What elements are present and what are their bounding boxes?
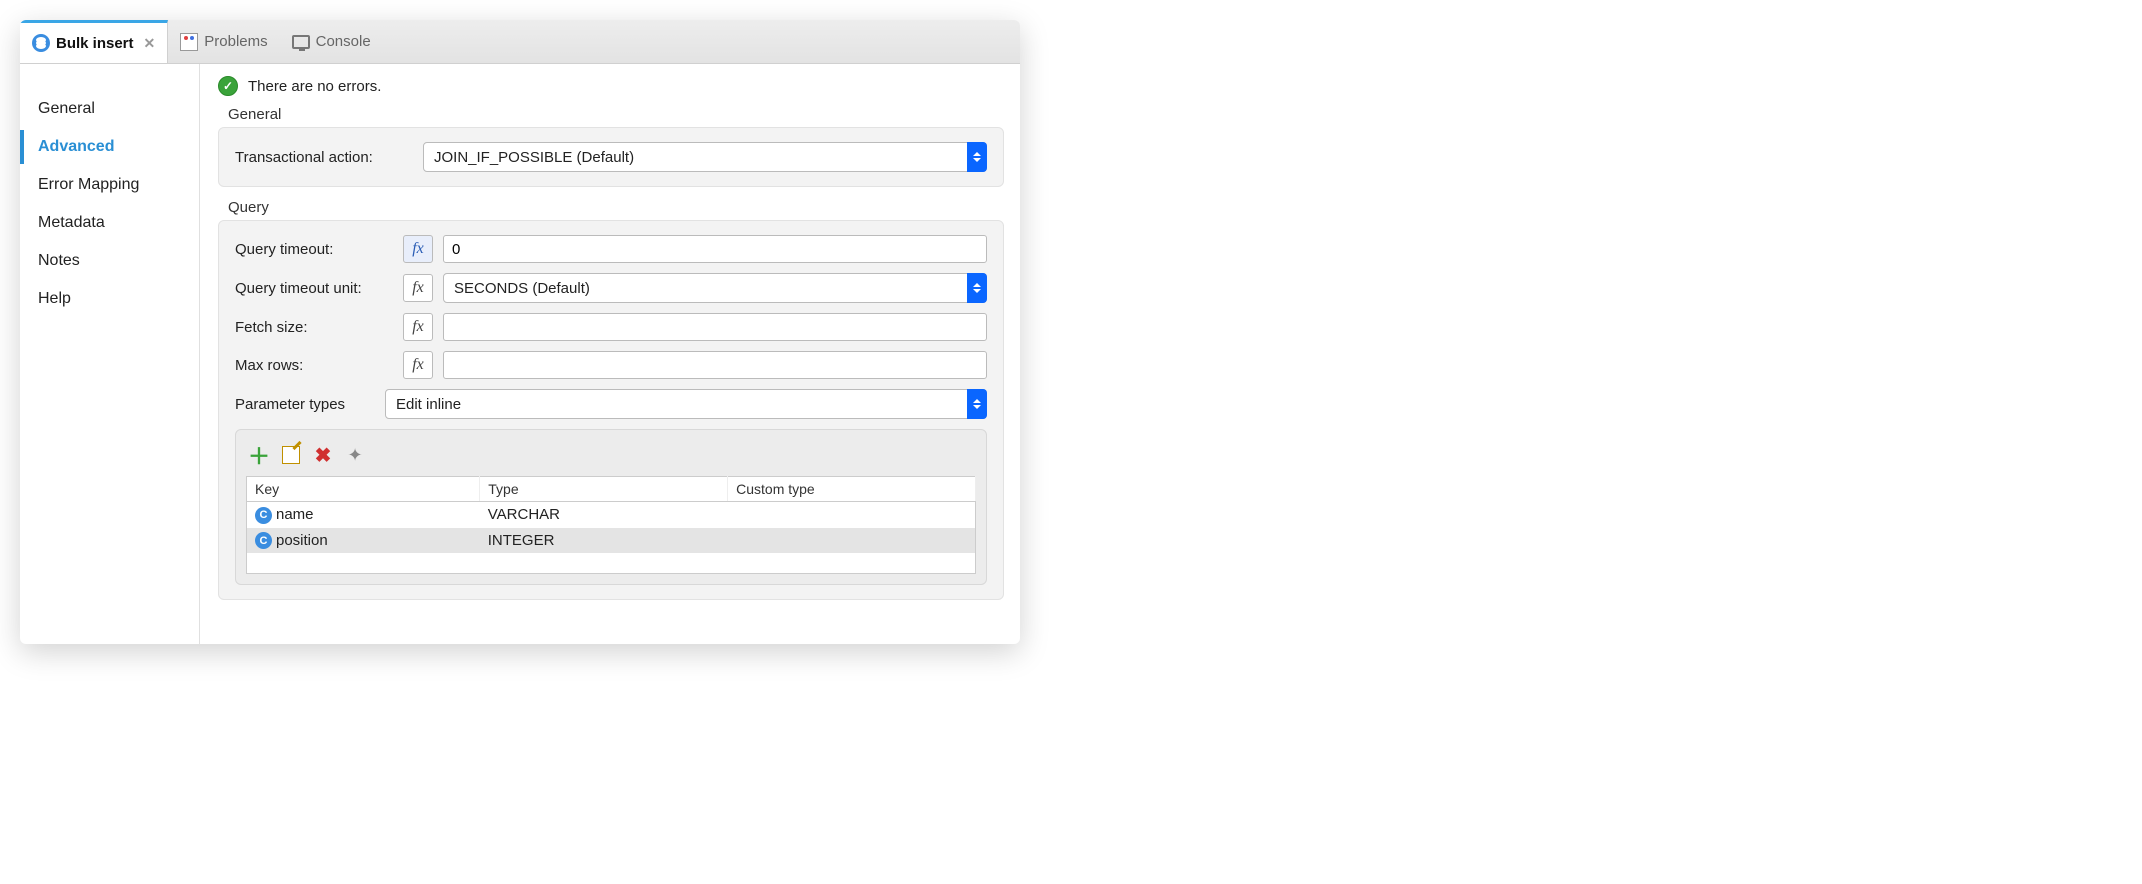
cell-key: name — [276, 506, 314, 523]
param-types-label: Parameter types — [235, 396, 375, 413]
query-timeout-input[interactable] — [443, 235, 987, 263]
tab-label: Console — [316, 33, 371, 50]
param-types-select[interactable]: Edit inline — [385, 389, 987, 419]
param-types-value[interactable]: Edit inline — [385, 389, 987, 419]
sidebar-item-error-mapping[interactable]: Error Mapping — [20, 168, 199, 202]
database-icon — [32, 34, 50, 52]
column-icon: C — [255, 532, 272, 549]
section-query: Query timeout: fx Query timeout unit: fx… — [218, 220, 1004, 600]
tabbar: Bulk insert ✕ Problems Console — [20, 20, 1020, 64]
trans-action-label: Transactional action: — [235, 149, 393, 166]
param-toolbar: ＋ ✖ ✦ — [246, 440, 976, 476]
sidebar: General Advanced Error Mapping Metadata … — [20, 64, 200, 644]
max-rows-label: Max rows: — [235, 357, 393, 374]
edit-button[interactable] — [280, 444, 302, 466]
status-bar: ✓ There are no errors. — [218, 76, 1004, 96]
check-icon: ✓ — [218, 76, 238, 96]
tab-console[interactable]: Console — [280, 20, 383, 63]
table-header-row: Key Type Custom type — [247, 477, 976, 502]
status-text: There are no errors. — [248, 78, 381, 95]
sidebar-item-general[interactable]: General — [20, 92, 199, 126]
chevron-updown-icon — [967, 389, 987, 419]
section-title-query: Query — [228, 199, 1004, 216]
section-general: Transactional action: JOIN_IF_POSSIBLE (… — [218, 127, 1004, 187]
trans-action-select[interactable]: JOIN_IF_POSSIBLE (Default) — [423, 142, 987, 172]
query-timeout-unit-label: Query timeout unit: — [235, 280, 393, 297]
section-title-general: General — [228, 106, 1004, 123]
tab-label: Problems — [204, 33, 267, 50]
param-table: Key Type Custom type Cname VARCHAR — [246, 476, 976, 574]
fx-button-fetch[interactable]: fx — [403, 313, 433, 341]
fx-button-timeout[interactable]: fx — [403, 235, 433, 263]
body: General Advanced Error Mapping Metadata … — [20, 64, 1020, 644]
config-window: Bulk insert ✕ Problems Console General A… — [20, 20, 1020, 644]
sidebar-item-metadata[interactable]: Metadata — [20, 206, 199, 240]
fetch-size-label: Fetch size: — [235, 319, 393, 336]
tab-bulk-insert[interactable]: Bulk insert ✕ — [20, 20, 168, 63]
cell-type: INTEGER — [480, 528, 728, 554]
add-button[interactable]: ＋ — [248, 444, 270, 466]
table-row-empty — [247, 553, 976, 573]
chevron-updown-icon — [967, 273, 987, 303]
fetch-size-input[interactable] — [443, 313, 987, 341]
trans-action-value[interactable]: JOIN_IF_POSSIBLE (Default) — [423, 142, 987, 172]
edit-icon — [282, 446, 300, 464]
cell-custom — [728, 502, 976, 528]
col-custom[interactable]: Custom type — [728, 477, 976, 502]
sidebar-item-notes[interactable]: Notes — [20, 244, 199, 278]
fx-button-maxrows[interactable]: fx — [403, 351, 433, 379]
col-type[interactable]: Type — [480, 477, 728, 502]
tab-label: Bulk insert — [56, 35, 134, 52]
table-row[interactable]: Cposition INTEGER — [247, 528, 976, 554]
delete-button[interactable]: ✖ — [312, 444, 334, 466]
query-timeout-label: Query timeout: — [235, 241, 393, 258]
fx-button-timeout-unit[interactable]: fx — [403, 274, 433, 302]
cell-type: VARCHAR — [480, 502, 728, 528]
console-icon — [292, 35, 310, 49]
tab-problems[interactable]: Problems — [168, 20, 279, 63]
cell-key: position — [276, 532, 328, 549]
timeout-unit-select[interactable]: SECONDS (Default) — [443, 273, 987, 303]
sidebar-item-advanced[interactable]: Advanced — [20, 130, 199, 164]
col-key[interactable]: Key — [247, 477, 480, 502]
main-panel: ✓ There are no errors. General Transacti… — [200, 64, 1020, 644]
problems-icon — [180, 33, 198, 51]
param-types-panel: ＋ ✖ ✦ Key Type Custom type — [235, 429, 987, 585]
tools-button[interactable]: ✦ — [344, 444, 366, 466]
table-row[interactable]: Cname VARCHAR — [247, 502, 976, 528]
timeout-unit-value[interactable]: SECONDS (Default) — [443, 273, 987, 303]
close-icon[interactable]: ✕ — [144, 35, 156, 52]
sidebar-item-help[interactable]: Help — [20, 282, 199, 316]
max-rows-input[interactable] — [443, 351, 987, 379]
cell-custom — [728, 528, 976, 554]
chevron-updown-icon — [967, 142, 987, 172]
column-icon: C — [255, 507, 272, 524]
